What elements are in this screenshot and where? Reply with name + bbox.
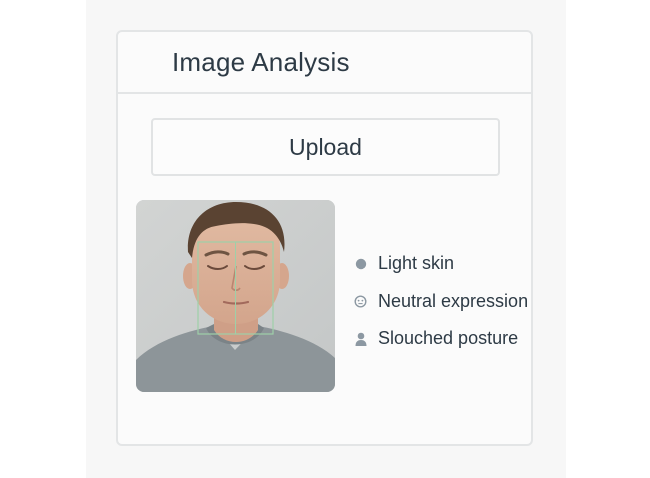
panel-title: Image Analysis (172, 47, 350, 77)
list-item: Neutral expression (354, 283, 528, 321)
list-item: Light skin (354, 245, 528, 283)
person-icon (354, 332, 367, 346)
image-analysis-panel: Image Analysis Upload Light skin Neutral… (116, 30, 533, 446)
attribute-list: Light skin Neutral expression Slouched p… (354, 245, 528, 358)
panel-header: Image Analysis (118, 32, 531, 94)
face-icon (354, 295, 367, 308)
attribute-label: Light skin (378, 253, 455, 274)
attribute-label: Slouched posture (378, 328, 519, 349)
portrait-image (136, 200, 335, 392)
analyzed-photo (136, 200, 335, 392)
upload-button[interactable]: Upload (151, 118, 500, 176)
list-item: Slouched posture (354, 320, 528, 358)
attribute-label: Neutral expression (378, 290, 529, 311)
circle-icon (354, 257, 367, 270)
